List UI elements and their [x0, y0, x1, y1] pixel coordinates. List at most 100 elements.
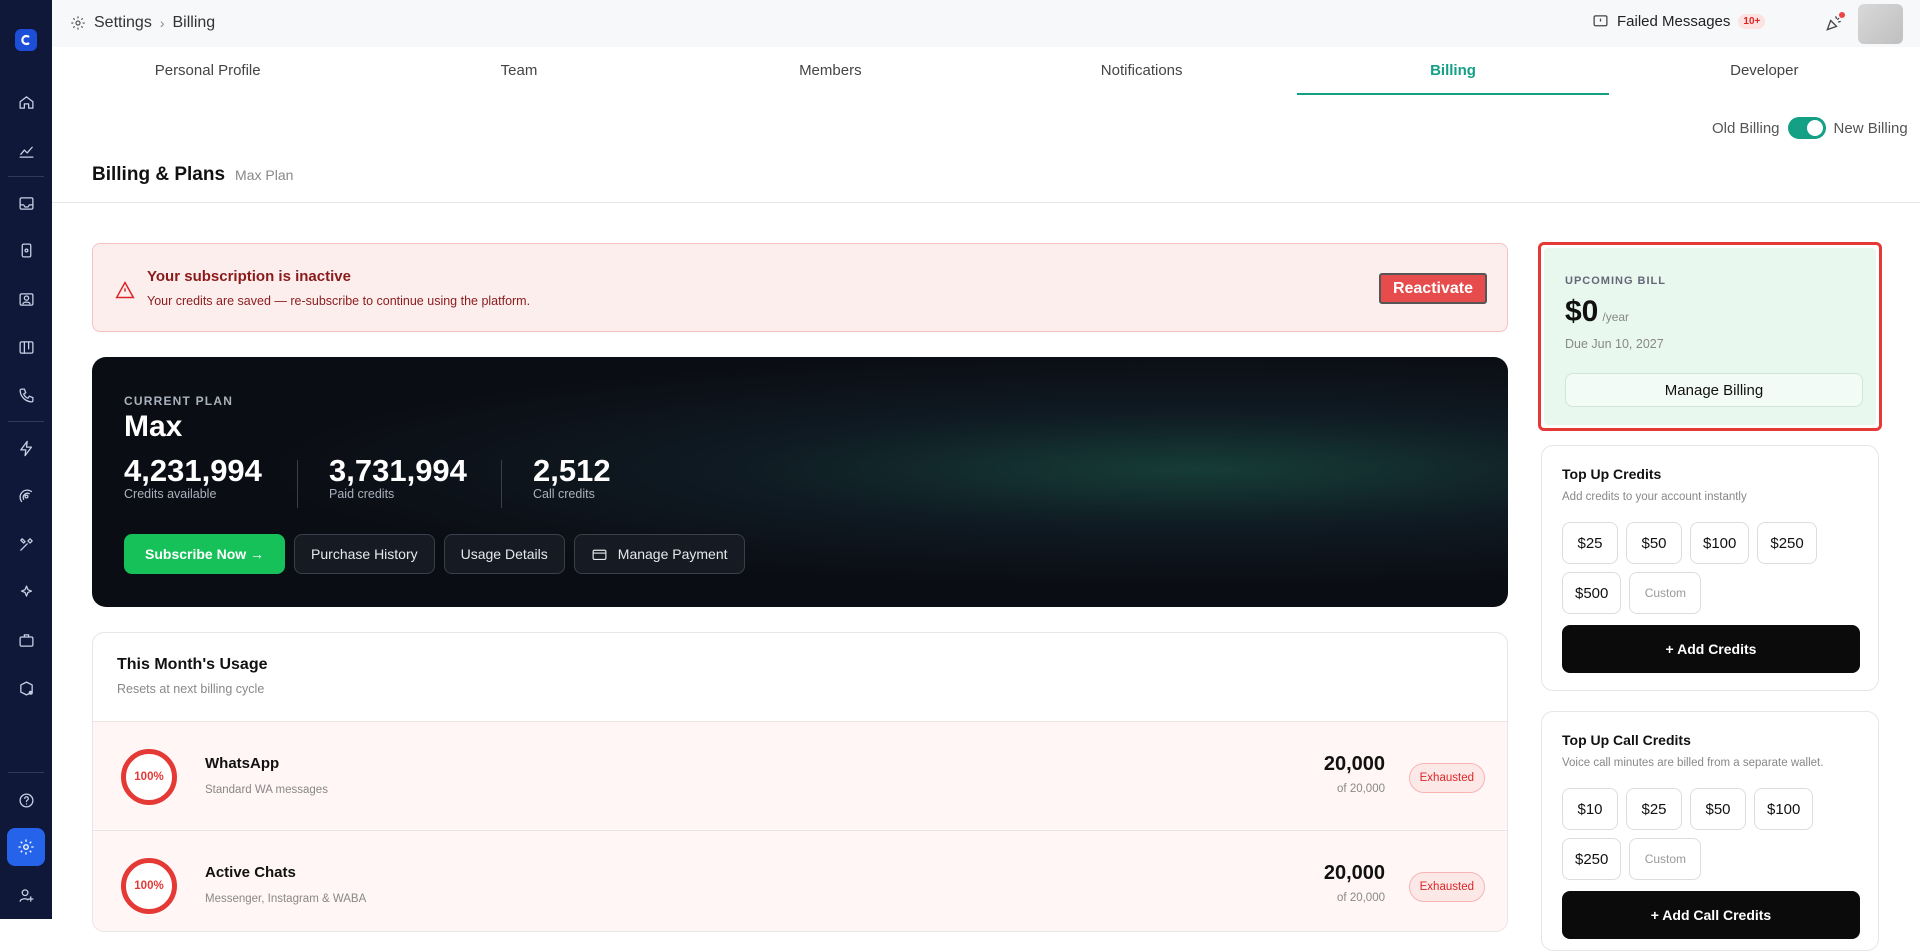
broadcast-icon[interactable]	[16, 486, 36, 506]
integrations-icon[interactable]	[16, 678, 36, 698]
custom-amount-input[interactable]: Custom	[1629, 572, 1702, 614]
settings-tabs: Personal Profile Team Members Notificati…	[52, 47, 1920, 97]
app-logo-icon[interactable]	[15, 29, 37, 51]
phone-icon[interactable]	[16, 385, 36, 405]
topup-subtitle: Add credits to your account instantly	[1562, 491, 1747, 503]
topup-call-amounts: $10 $25 $50 $100 $250 Custom	[1562, 788, 1872, 880]
sidebar-divider	[8, 176, 44, 177]
chevron-right-icon: ›	[159, 15, 165, 31]
usage-title: This Month's Usage	[117, 656, 268, 673]
amount-option[interactable]: $250	[1562, 838, 1622, 880]
tab-team[interactable]: Team	[363, 47, 674, 97]
usage-name: Active Chats	[205, 864, 296, 881]
briefcase-icon[interactable]	[16, 630, 36, 650]
billing-version-toggle: Old Billing New Billing	[1712, 117, 1908, 139]
stat-call-credits: 2,512 Call credits	[533, 453, 611, 501]
usage-progress-ring: 100%	[121, 749, 177, 805]
purchase-history-button[interactable]: Purchase History	[294, 534, 435, 574]
add-credits-button[interactable]: + Add Credits	[1562, 625, 1860, 673]
tab-notifications[interactable]: Notifications	[986, 47, 1297, 97]
header-divider	[52, 202, 1920, 203]
amount-option[interactable]: $500	[1562, 572, 1622, 614]
ai-sparkle-icon[interactable]	[16, 582, 36, 602]
breadcrumb-settings[interactable]: Settings	[94, 14, 152, 32]
announcements-icon[interactable]	[1824, 12, 1845, 33]
status-badge: Exhausted	[1408, 763, 1485, 793]
topup-title: Top Up Credits	[1562, 466, 1662, 482]
bill-label: UPCOMING BILL	[1565, 275, 1666, 287]
stat-label: Call credits	[533, 487, 595, 501]
manage-payment-button[interactable]: Manage Payment	[573, 534, 745, 574]
usage-name: WhatsApp	[205, 755, 280, 772]
stat-value: 2,512	[533, 453, 611, 488]
contacts-icon[interactable]	[16, 289, 36, 309]
inbox-icon[interactable]	[16, 193, 36, 213]
alert-message-icon	[1593, 15, 1608, 27]
amount-option[interactable]: $100	[1754, 788, 1814, 830]
page-header: Billing & Plans Max Plan	[92, 164, 293, 186]
usage-progress-ring: 100%	[121, 858, 177, 914]
amount-option[interactable]: $10	[1562, 788, 1618, 830]
plan-actions: Subscribe Now → Purchase History Usage D…	[124, 534, 745, 574]
usage-used: 20,000	[1323, 862, 1385, 884]
tab-personal-profile[interactable]: Personal Profile	[52, 47, 363, 97]
custom-amount-input[interactable]: Custom	[1629, 838, 1702, 880]
inactive-subscription-alert: Your subscription is inactive Your credi…	[92, 243, 1508, 332]
usage-desc: Messenger, Instagram & WABA	[205, 893, 367, 905]
status-badge: Exhausted	[1408, 872, 1485, 902]
billing-switch[interactable]	[1787, 117, 1826, 139]
usage-row: 100% WhatsApp Standard WA messages 20,00…	[93, 721, 1507, 829]
manage-billing-button[interactable]: Manage Billing	[1565, 373, 1863, 407]
subscribe-now-button[interactable]: Subscribe Now →	[124, 534, 286, 574]
tab-billing[interactable]: Billing	[1297, 47, 1609, 97]
reactivate-button[interactable]: Reactivate	[1378, 273, 1487, 304]
notification-dot	[1839, 12, 1845, 18]
sidebar	[0, 0, 52, 919]
breadcrumb-billing: Billing	[172, 14, 216, 31]
credit-card-icon	[592, 549, 607, 560]
amount-option[interactable]: $100	[1690, 522, 1750, 564]
topup-call-title: Top Up Call Credits	[1562, 732, 1691, 748]
current-plan-card: CURRENT PLAN Max 4,231,994 Credits avail…	[92, 357, 1508, 607]
amount-option[interactable]: $25	[1626, 788, 1682, 830]
amount-option[interactable]: $25	[1562, 522, 1618, 564]
amount-option[interactable]: $50	[1690, 788, 1746, 830]
tab-developer[interactable]: Developer	[1609, 47, 1920, 97]
breadcrumb: Settings › Billing	[70, 14, 215, 32]
old-billing-label: Old Billing	[1712, 119, 1780, 137]
usage-details-button[interactable]: Usage Details	[443, 534, 565, 574]
usage-desc: Standard WA messages	[205, 784, 328, 796]
usage-used: 20,000	[1323, 753, 1385, 775]
automation-icon[interactable]	[16, 438, 36, 458]
new-billing-label: New Billing	[1833, 119, 1908, 137]
stat-credits-available: 4,231,994 Credits available	[124, 453, 262, 501]
help-icon[interactable]	[16, 790, 36, 810]
page-subtitle: Max Plan	[235, 167, 294, 183]
board-icon[interactable]	[16, 337, 36, 357]
top-up-credits-card: Top Up Credits Add credits to your accou…	[1541, 445, 1879, 691]
home-icon[interactable]	[16, 92, 36, 112]
bill-period: /year	[1602, 310, 1630, 324]
analytics-icon[interactable]	[16, 141, 36, 161]
device-icon[interactable]	[16, 240, 36, 260]
amount-option[interactable]: $50	[1626, 522, 1682, 564]
settings-icon[interactable]	[7, 828, 45, 866]
usage-limit: of 20,000	[1337, 783, 1385, 795]
stat-value: 3,731,994	[329, 453, 467, 488]
upcoming-bill-inner: UPCOMING BILL $0 /year Due Jun 10, 2027 …	[1544, 248, 1876, 425]
avatar[interactable]	[1858, 4, 1903, 44]
add-call-credits-button[interactable]: + Add Call Credits	[1562, 891, 1860, 939]
tools-icon[interactable]	[16, 534, 36, 554]
amount-option[interactable]: $250	[1757, 522, 1817, 564]
user-settings-icon[interactable]	[16, 885, 36, 905]
topup-call-subtitle: Voice call minutes are billed from a sep…	[1562, 757, 1824, 769]
alert-text: Your credits are saved — re-subscribe to…	[147, 294, 531, 308]
warning-icon	[115, 280, 135, 299]
manage-payment-label: Manage Payment	[617, 546, 728, 562]
stat-divider	[501, 460, 502, 508]
top-up-call-credits-card: Top Up Call Credits Voice call minutes a…	[1541, 711, 1879, 951]
tab-members[interactable]: Members	[675, 47, 986, 97]
failed-messages-button[interactable]: Failed Messages 10+	[1592, 13, 1766, 30]
monthly-usage-card: This Month's Usage Resets at next billin…	[92, 632, 1508, 932]
alert-title: Your subscription is inactive	[147, 268, 351, 285]
